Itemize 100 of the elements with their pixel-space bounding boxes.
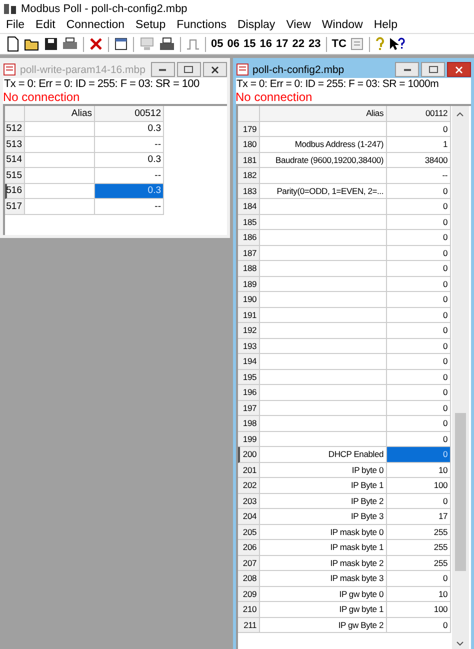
menu-item[interactable]: Functions bbox=[176, 19, 226, 31]
table-cell[interactable]: 0 bbox=[386, 122, 451, 137]
function-code-button[interactable]: 06 bbox=[227, 38, 240, 50]
delete-icon[interactable] bbox=[89, 37, 103, 51]
table-cell[interactable]: 0.3 bbox=[95, 122, 164, 137]
row-number: 196 bbox=[238, 385, 260, 400]
table-cell[interactable]: 0 bbox=[386, 214, 451, 230]
table-cell[interactable]: 0 bbox=[386, 230, 451, 246]
table-cell[interactable]: 0 bbox=[386, 571, 451, 586]
row-number: 203 bbox=[238, 494, 260, 509]
row-number: 211 bbox=[238, 618, 260, 633]
table-cell[interactable]: 0 bbox=[386, 494, 451, 509]
table-cell[interactable]: 1 bbox=[386, 137, 451, 152]
table-cell[interactable]: -- bbox=[386, 168, 451, 184]
app-icon bbox=[3, 2, 17, 14]
row-number: 184 bbox=[238, 199, 260, 214]
corner-cell bbox=[5, 106, 25, 122]
table-cell[interactable]: 0 bbox=[386, 416, 451, 432]
table-cell[interactable]: 17 bbox=[386, 509, 451, 524]
table-cell[interactable]: 0 bbox=[386, 276, 451, 292]
row-number: 193 bbox=[238, 338, 260, 354]
table-cell[interactable]: 38400 bbox=[386, 152, 451, 168]
table-cell[interactable]: 0 bbox=[386, 184, 451, 199]
menu-item[interactable]: Display bbox=[237, 19, 276, 31]
table-cell[interactable]: 100 bbox=[386, 478, 451, 494]
table-cell[interactable]: 0 bbox=[386, 370, 451, 385]
maximize-button[interactable] bbox=[421, 62, 445, 77]
save-icon[interactable] bbox=[44, 37, 58, 51]
context-help-icon[interactable] bbox=[389, 37, 406, 51]
connection-status: No connection bbox=[3, 90, 81, 104]
function-code-button[interactable]: 22 bbox=[292, 38, 304, 50]
menu-item[interactable]: Connection bbox=[66, 19, 125, 31]
row-number: 515 bbox=[5, 168, 25, 184]
menu-item[interactable]: File bbox=[6, 19, 25, 31]
printer-icon[interactable] bbox=[159, 37, 175, 51]
table-cell[interactable]: 0 bbox=[386, 618, 451, 633]
row-number: 181 bbox=[238, 152, 260, 168]
table-cell[interactable]: 0 bbox=[386, 292, 451, 308]
table-cell[interactable]: 0.3 bbox=[95, 184, 164, 199]
menu-item[interactable]: Help bbox=[374, 19, 398, 31]
row-number: 185 bbox=[238, 214, 260, 230]
scroll-up-icon[interactable] bbox=[456, 111, 464, 117]
help-icon[interactable] bbox=[375, 37, 386, 51]
table-cell[interactable]: 10 bbox=[386, 462, 451, 478]
pulse-icon[interactable] bbox=[186, 37, 200, 51]
table-cell: IP byte 0 bbox=[260, 462, 387, 478]
connection-status: No connection bbox=[236, 90, 314, 104]
table-cell: Modbus Address (1-247) bbox=[260, 137, 387, 152]
table-cell[interactable]: 255 bbox=[386, 540, 451, 556]
function-code-button[interactable]: 15 bbox=[244, 38, 256, 50]
row-number: 187 bbox=[238, 246, 260, 261]
document-icon[interactable] bbox=[350, 37, 364, 51]
row-number: 200 bbox=[238, 447, 260, 462]
menu-item[interactable]: View bbox=[286, 19, 311, 31]
table-cell[interactable]: 0 bbox=[386, 354, 451, 370]
table-cell[interactable]: 0.3 bbox=[95, 152, 164, 168]
table-cell[interactable]: -- bbox=[95, 137, 164, 152]
table-cell[interactable]: 0 bbox=[386, 323, 451, 338]
table-cell: IP gw byte 0 bbox=[260, 586, 387, 602]
table-cell[interactable]: 0 bbox=[386, 246, 451, 261]
table-cell[interactable]: 10 bbox=[386, 586, 451, 602]
table-cell[interactable]: 100 bbox=[386, 602, 451, 618]
table-cell[interactable]: 0 bbox=[386, 199, 451, 214]
row-number: 197 bbox=[238, 400, 260, 416]
function-code-button[interactable]: 05 bbox=[211, 38, 224, 50]
table-cell[interactable]: 0 bbox=[386, 447, 451, 462]
row-number: 192 bbox=[238, 323, 260, 338]
minimize-button[interactable] bbox=[395, 62, 419, 77]
menu-item[interactable]: Edit bbox=[36, 19, 56, 31]
window-title: poll-write-param14-16.mbp bbox=[20, 64, 146, 76]
table-cell[interactable]: 255 bbox=[386, 556, 451, 571]
scrollbar[interactable] bbox=[452, 106, 469, 649]
menu-item[interactable]: Setup bbox=[136, 19, 166, 31]
function-code-button[interactable]: 17 bbox=[276, 38, 288, 50]
row-number: 209 bbox=[238, 586, 260, 602]
close-button[interactable] bbox=[447, 62, 471, 77]
function-code-button[interactable]: 23 bbox=[308, 38, 321, 50]
print-icon[interactable] bbox=[62, 37, 78, 51]
status-text: Tx = 0: Err = 0: ID = 255: F = 03: SR = 100 bbox=[3, 78, 200, 90]
row-number: 190 bbox=[238, 292, 260, 308]
function-code-button[interactable]: 16 bbox=[260, 38, 272, 50]
row-number: 195 bbox=[238, 370, 260, 385]
scrollbar-thumb[interactable] bbox=[454, 413, 466, 571]
table-cell[interactable]: 0 bbox=[386, 400, 451, 416]
table-cell[interactable]: 0 bbox=[386, 308, 451, 323]
row-number: 206 bbox=[238, 540, 260, 556]
table-cell[interactable]: -- bbox=[95, 199, 164, 214]
table-cell[interactable]: 0 bbox=[386, 338, 451, 354]
table-cell[interactable]: 255 bbox=[386, 524, 451, 540]
table-cell[interactable]: 0 bbox=[386, 385, 451, 400]
row-number: 199 bbox=[238, 432, 260, 447]
column-header: Alias bbox=[25, 106, 95, 122]
scroll-down-icon[interactable] bbox=[456, 641, 464, 647]
table-cell[interactable]: 0 bbox=[386, 261, 451, 276]
tc-button[interactable]: TC bbox=[332, 38, 346, 50]
new-file-icon[interactable] bbox=[6, 36, 20, 52]
row-number: 512 bbox=[5, 122, 25, 137]
open-folder-icon[interactable] bbox=[24, 37, 40, 51]
window-icon[interactable] bbox=[114, 37, 128, 51]
menu-item[interactable]: Window bbox=[322, 19, 363, 31]
